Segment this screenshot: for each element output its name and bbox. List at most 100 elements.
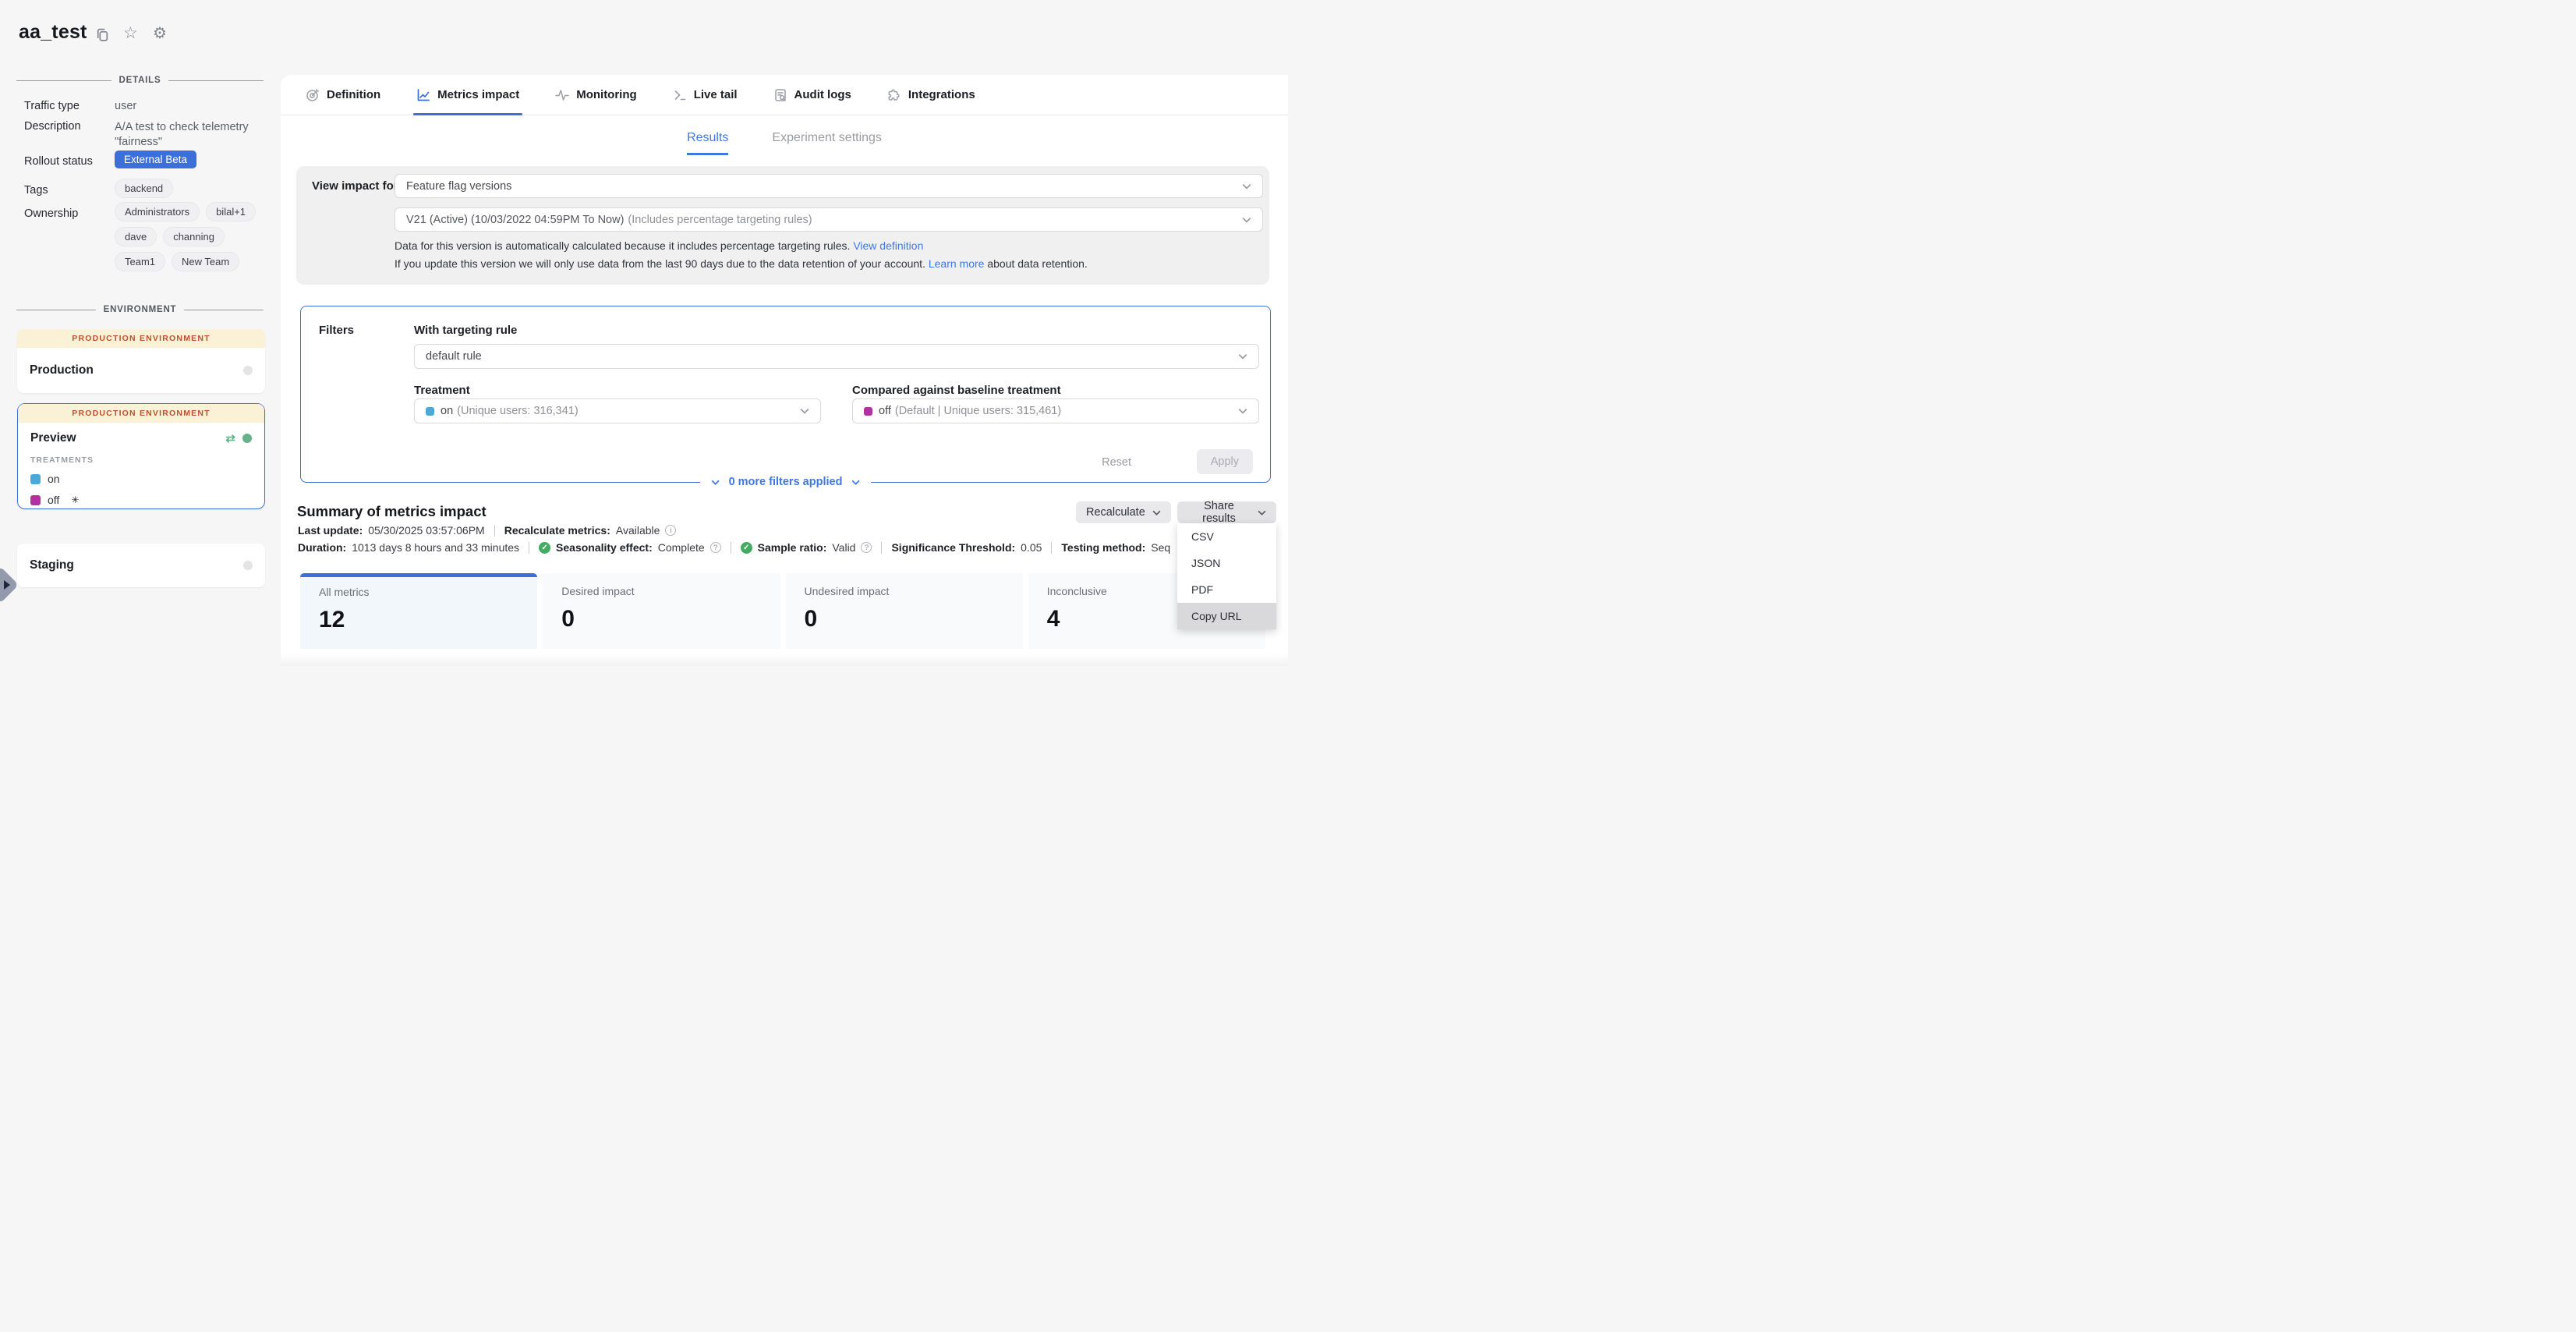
chevron-down-icon (1238, 353, 1247, 360)
environment-card-production[interactable]: PRODUCTION ENVIRONMENT Production (17, 329, 265, 393)
help-icon[interactable]: ? (710, 542, 721, 553)
targeting-rule-value: default rule (426, 350, 482, 363)
description-value: A/A test to check telemetry "fairness" (115, 120, 259, 150)
rollout-status-badge[interactable]: External Beta (115, 151, 196, 168)
environment-name: Production (30, 363, 94, 377)
tag-pill[interactable]: backend (115, 179, 173, 198)
traffic-type-value: user (115, 100, 136, 112)
view-definition-link[interactable]: View definition (853, 239, 923, 252)
environment-section-header: ENVIRONMENT (16, 304, 264, 315)
summary-title: Summary of metrics impact (297, 503, 487, 520)
copy-icon[interactable] (95, 27, 110, 42)
sample-ratio-label: Sample ratio: (758, 541, 827, 554)
owner-pill[interactable]: Administrators (115, 202, 200, 221)
chevron-down-icon (1152, 510, 1161, 515)
baseline-label: Compared against baseline treatment (852, 384, 1061, 397)
gear-icon[interactable]: ⚙ (153, 26, 167, 41)
duration-value: 1013 days 8 hours and 33 minutes (352, 541, 519, 554)
traffic-type-label: Traffic type (24, 100, 80, 112)
version-auto-note: Data for this version is automatically c… (395, 239, 850, 252)
recalculate-button-label: Recalculate (1086, 506, 1145, 519)
treatment-value: on (441, 405, 453, 417)
tab-integrations[interactable]: Integrations (887, 75, 975, 115)
tab-label: Definition (327, 88, 380, 101)
tab-definition[interactable]: Definition (306, 75, 380, 115)
ownership-label: Ownership (24, 207, 78, 220)
duration-label: Duration: (298, 541, 346, 554)
tab-audit-logs[interactable]: Audit logs (773, 75, 851, 115)
baseline-users: (Default | Unique users: 315,461) (895, 405, 1061, 417)
significance-value: 0.05 (1021, 541, 1042, 554)
tab-label: Integrations (908, 88, 975, 101)
treatment-on-swatch (30, 474, 41, 484)
targeting-rule-label: With targeting rule (414, 324, 517, 337)
tags-label: Tags (24, 184, 48, 197)
tab-live-tail[interactable]: Live tail (673, 75, 738, 115)
environment-card-staging[interactable]: Staging (17, 544, 265, 587)
impact-type-value: Feature flag versions (406, 180, 511, 193)
treatment-on-swatch (426, 407, 434, 416)
impact-type-dropdown[interactable]: Feature flag versions (395, 174, 1263, 198)
card-all-metrics[interactable]: All metrics 12 (300, 573, 537, 649)
apply-button[interactable]: Apply (1197, 449, 1253, 474)
star-icon[interactable]: ☆ (123, 26, 138, 41)
environment-name: Preview (30, 431, 76, 445)
treatment-dropdown[interactable]: on (Unique users: 316,341) (414, 399, 821, 423)
page-title: aa_test (19, 21, 87, 44)
menu-item-copy-url[interactable]: Copy URL (1177, 603, 1276, 629)
production-environment-band: PRODUCTION ENVIRONMENT (18, 404, 264, 423)
production-environment-band: PRODUCTION ENVIRONMENT (17, 329, 265, 348)
last-update-value: 05/30/2025 03:57:06PM (368, 524, 484, 537)
chevron-down-icon (711, 480, 720, 485)
puzzle-icon (887, 88, 901, 102)
info-icon[interactable]: i (665, 525, 676, 536)
treatment-on-label: on (48, 473, 60, 485)
expand-arrow-icon[interactable] (4, 580, 10, 590)
card-label: Undesired impact (805, 585, 1023, 597)
card-value: 0 (561, 606, 780, 632)
owner-pill[interactable]: channing (163, 227, 225, 246)
version-value: V21 (Active) (10/03/2022 04:59PM To Now) (406, 214, 624, 226)
subtab-results[interactable]: Results (687, 131, 728, 155)
owner-pill[interactable]: Team1 (115, 252, 165, 271)
results-subtabs: Results Experiment settings (281, 131, 1288, 155)
menu-item-pdf[interactable]: PDF (1177, 576, 1276, 603)
menu-item-json[interactable]: JSON (1177, 550, 1276, 576)
treatments-label: TREATMENTS (30, 455, 94, 465)
reset-button[interactable]: Reset (1102, 456, 1131, 469)
target-icon (306, 88, 320, 102)
more-filters-toggle[interactable]: 0 more filters applied (700, 472, 872, 492)
treatment-off-swatch (30, 495, 41, 505)
version-dropdown[interactable]: V21 (Active) (10/03/2022 04:59PM To Now)… (395, 207, 1263, 232)
testing-method-label: Testing method: (1061, 541, 1145, 554)
seasonality-label: Seasonality effect: (556, 541, 653, 554)
data-retention-note-suffix: about data retention. (987, 257, 1087, 270)
recalculate-metrics-label: Recalculate metrics: (504, 524, 610, 537)
treatment-users: (Unique users: 316,341) (457, 405, 579, 417)
tab-monitoring[interactable]: Monitoring (555, 75, 636, 115)
menu-item-csv[interactable]: CSV (1177, 523, 1276, 550)
treatment-label: Treatment (414, 384, 470, 397)
learn-more-link[interactable]: Learn more (929, 257, 985, 270)
share-results-button[interactable]: Share results (1177, 501, 1276, 523)
testing-method-value: Seq (1151, 541, 1170, 554)
tab-metrics-impact[interactable]: Metrics impact (416, 75, 519, 115)
tab-label: Live tail (694, 88, 738, 101)
view-impact-section: View impact for Feature flag versions V2… (296, 166, 1269, 285)
card-undesired-impact[interactable]: Undesired impact 0 (786, 573, 1023, 649)
owner-pill[interactable]: New Team (172, 252, 239, 271)
baseline-dropdown[interactable]: off (Default | Unique users: 315,461) (852, 399, 1259, 423)
owner-pill[interactable]: bilal+1 (206, 202, 256, 221)
chart-line-icon (416, 88, 430, 102)
help-icon[interactable]: ? (861, 542, 872, 553)
targeting-rule-dropdown[interactable]: default rule (414, 344, 1259, 369)
view-impact-label: View impact for (312, 179, 398, 193)
recalculate-button[interactable]: Recalculate (1076, 501, 1171, 523)
card-desired-impact[interactable]: Desired impact 0 (543, 573, 780, 649)
details-section-title: DETAILS (119, 76, 161, 85)
chevron-down-icon (1242, 183, 1251, 190)
owner-pill[interactable]: dave (115, 227, 157, 246)
environment-card-preview[interactable]: PRODUCTION ENVIRONMENT Preview ⇄ TREATME… (17, 403, 265, 509)
tab-label: Metrics impact (437, 88, 519, 101)
subtab-experiment-settings[interactable]: Experiment settings (772, 131, 882, 155)
